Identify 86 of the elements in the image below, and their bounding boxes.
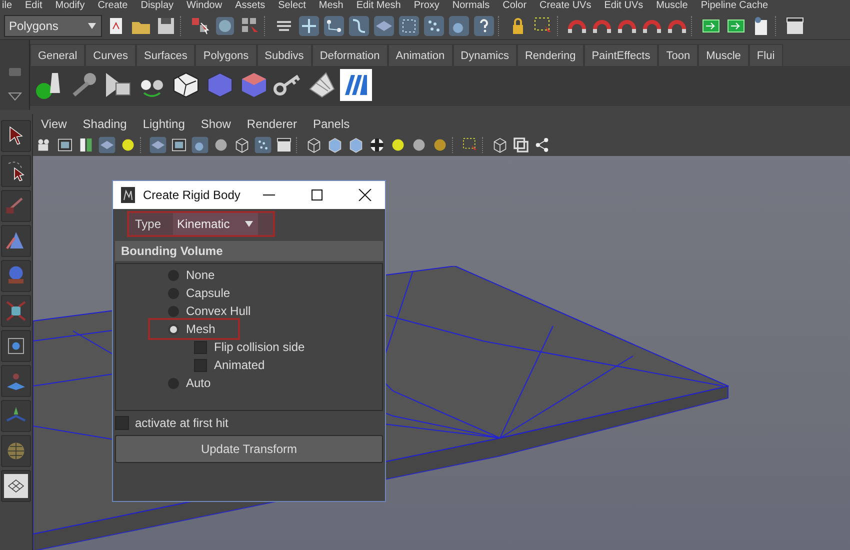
maya-logo-icon [121,187,135,203]
close-icon [357,189,373,201]
radio-button[interactable] [168,270,179,280]
checkbox[interactable] [194,358,207,372]
option-label[interactable]: Auto [186,374,211,392]
window-title: Create Rigid Body [143,187,241,204]
menu-item[interactable]: Pipeline Cache [700,0,768,12]
share-icon[interactable] [533,136,551,154]
menu-item[interactable]: ile [2,0,12,12]
checkbox-label[interactable]: activate at first hit [135,414,228,432]
snap-surface-icon[interactable] [373,14,395,36]
field-label: Type [135,216,162,233]
component-icon[interactable] [254,136,272,154]
wireframe-icon[interactable] [305,136,323,154]
shelf-tab[interactable]: General [30,44,86,66]
option-label[interactable]: Capsule [186,284,230,302]
menu-item[interactable]: Display [140,0,174,12]
tool-button[interactable] [1,330,31,362]
maximize-icon [309,189,325,201]
grid-layout-icon [4,473,28,499]
menu-item[interactable]: Normals [452,0,490,12]
menu-item[interactable]: Create UVs [540,0,592,12]
mode-dropdown[interactable]: Polygons [4,14,102,36]
menu-item[interactable]: Assets [235,0,266,12]
select-object-icon[interactable] [214,14,236,36]
shelf-tab[interactable]: Muscle [698,44,749,66]
shelf-tab[interactable]: Subdivs [256,44,312,66]
smooth-shade-icon[interactable] [191,136,209,154]
shelf-tab[interactable]: Rendering [516,44,584,66]
radio-button[interactable] [168,378,179,388]
update-transform-button[interactable]: Update Transform [115,435,383,463]
shelf-tab[interactable]: Surfaces [136,44,196,66]
points-icon[interactable] [423,14,445,36]
menu-item[interactable]: Edit Mesh [356,0,401,12]
option-label[interactable]: Convex Hull [186,302,251,320]
menu-item[interactable]: Select [278,0,306,12]
checkbox[interactable] [115,416,129,430]
shelf-tab[interactable]: Flui [748,44,783,66]
checkbox[interactable] [194,340,207,354]
tool-button[interactable] [1,155,31,187]
section-header[interactable]: Bounding Volume [115,241,383,261]
shelf-tab[interactable]: Polygons [195,44,257,66]
snap-curve-icon[interactable] [348,14,370,36]
radio-button[interactable] [168,288,179,298]
panel-menu-item[interactable]: Panels [312,115,350,133]
checker-icon[interactable] [368,136,386,154]
panel-menu-item[interactable]: Shading [82,115,127,133]
shelf-tab[interactable]: Dynamics [452,44,517,66]
tool-button[interactable] [1,295,31,327]
menu-item[interactable]: Edit UVs [604,0,644,12]
type-dropdown[interactable]: Kinematic [173,213,258,235]
panel-menu-item[interactable]: Renderer [246,115,297,133]
caret-icon [244,220,254,228]
menu-item[interactable]: Window [186,0,222,12]
shelf-tab[interactable]: Curves [85,44,136,66]
menu-item[interactable]: Edit [25,0,42,12]
option-label[interactable]: Animated [214,356,265,374]
tool-button[interactable] [1,470,31,502]
shelf-tab[interactable]: Animation [388,44,453,66]
help-icon[interactable] [473,14,495,36]
snap-point-icon[interactable] [323,14,345,36]
caret-icon [87,22,97,30]
radio-button[interactable] [168,306,179,316]
shelf-tab[interactable]: Deformation [312,44,388,66]
tool-button[interactable] [1,120,31,152]
menu-item[interactable]: Muscle [656,0,688,12]
menu-item[interactable]: Proxy [414,0,440,12]
panel-menu-item[interactable]: View [41,115,67,133]
shelf-tab[interactable]: Toon [658,44,698,66]
shelf-tab[interactable]: PaintEffects [584,44,658,66]
option-label[interactable]: None [186,266,215,284]
clapboard-icon[interactable] [784,14,806,36]
menu-item[interactable]: Mesh [318,0,344,12]
frame-icon[interactable] [512,136,530,154]
menu-item[interactable]: Modify [55,0,85,12]
shaded-icon[interactable] [326,136,344,154]
snap-grid-icon[interactable] [298,14,320,36]
panel-menu-item[interactable]: Show [200,115,231,133]
radio-button[interactable] [168,324,179,334]
menu-item[interactable]: Create [98,0,128,12]
panel-menu-item[interactable]: Lighting [142,115,185,133]
option-label[interactable]: Mesh [186,320,216,338]
option-label[interactable]: Flip collision side [214,338,305,356]
cube-icon [4,298,28,324]
menu-item[interactable]: Color [502,0,527,12]
slanted-bars-icon[interactable] [340,69,372,101]
